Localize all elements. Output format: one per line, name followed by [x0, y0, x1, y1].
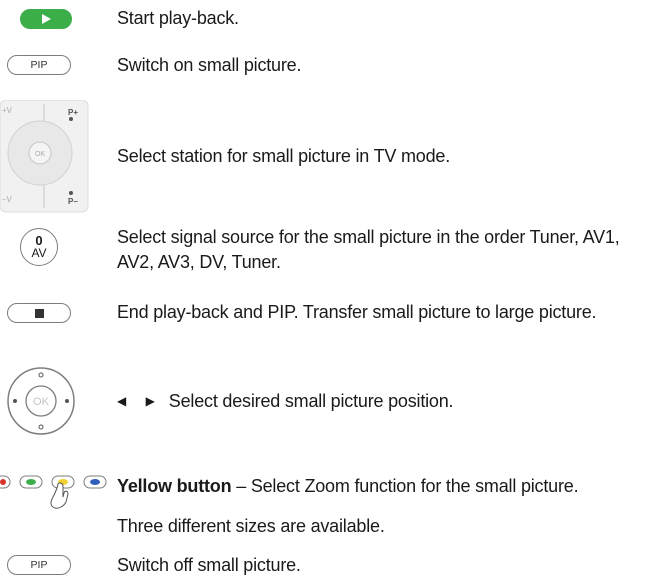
yellow-button-description: Yellow button – Select Zoom function for…	[117, 474, 579, 499]
station-description: Select station for small picture in TV m…	[117, 146, 451, 166]
keypad-pminus-label: P–	[68, 197, 78, 206]
signal-source-description: Select signal source for the small pictu…	[117, 227, 620, 272]
play-icon	[42, 14, 51, 24]
keypad-pplus-dot	[69, 117, 73, 121]
position-text: Select desired small picture position.	[168, 391, 454, 411]
stop-description: End play-back and PIP. Transfer small pi…	[117, 302, 597, 322]
pip-button-label: PIP	[30, 59, 48, 71]
remote-keypad[interactable]: OK +V –V P+ P–	[0, 100, 90, 214]
keypad-pplus-label: P+	[68, 108, 78, 117]
blue-button-fill	[90, 479, 100, 485]
green-button-fill	[26, 479, 36, 485]
nav-down-dot	[38, 424, 44, 430]
pip-off-button[interactable]: PIP	[7, 555, 71, 575]
keypad-ok-label: OK	[35, 151, 45, 158]
pip-on-description: Switch on small picture.	[117, 55, 302, 75]
nav-left-dot	[13, 399, 17, 403]
color-buttons[interactable]	[0, 470, 112, 522]
nav-up-dot	[38, 372, 44, 378]
yellow-button-title: Yellow button	[117, 476, 232, 496]
keypad-vplus-label: +V	[2, 106, 13, 115]
av-button-label: AV	[31, 246, 47, 260]
play-description: Start play-back.	[117, 8, 239, 28]
av-button[interactable]: 0 AV	[20, 228, 58, 266]
position-description: ◀ ▶ Select desired small picture position…	[117, 389, 454, 416]
pip-button[interactable]: PIP	[7, 55, 71, 75]
pip-off-description: Switch off small picture.	[117, 555, 301, 575]
keypad-pminus-dot	[69, 191, 73, 195]
play-button[interactable]	[20, 9, 72, 29]
left-right-arrow-icon: ◀ ▶	[117, 394, 163, 408]
nav-right-dot	[65, 399, 69, 403]
stop-button[interactable]	[7, 303, 71, 323]
stop-icon	[34, 308, 44, 318]
nav-ok-label: OK	[33, 396, 50, 408]
navigation-ring[interactable]: OK	[6, 366, 76, 436]
yellow-button-text: – Select Zoom function for the small pic…	[231, 476, 579, 496]
pip-off-button-label: PIP	[30, 559, 48, 571]
sizes-description: Three different sizes are available.	[117, 516, 385, 536]
red-button-fill	[0, 479, 6, 485]
keypad-vminus-label: –V	[2, 195, 12, 204]
